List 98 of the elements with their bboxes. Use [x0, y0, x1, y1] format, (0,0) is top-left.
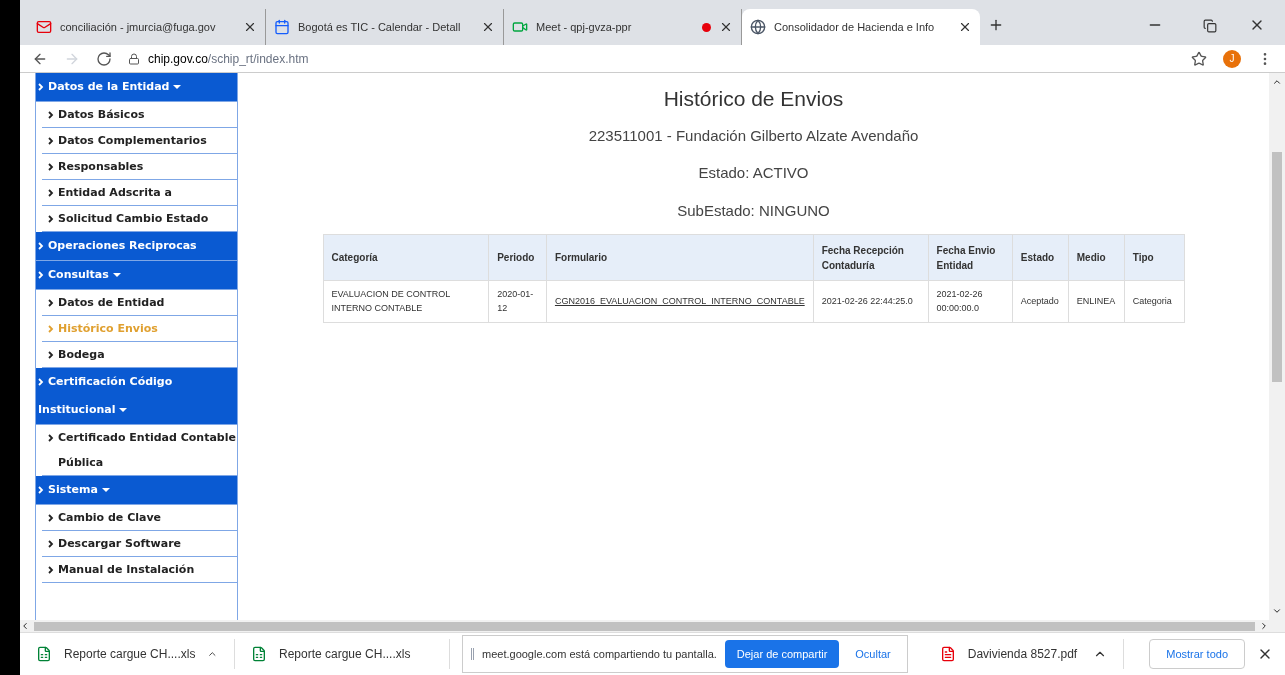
- restore-icon[interactable]: [1203, 19, 1217, 33]
- url-text: chip.gov.co/schip_rt/index.htm: [148, 50, 309, 68]
- table-cell: 2020-01-12: [488, 280, 547, 323]
- spreadsheet-icon: [251, 646, 267, 662]
- scroll-right-icon[interactable]: [1259, 621, 1269, 631]
- caret-icon: [119, 408, 128, 412]
- entity-status: Estado: ACTIVO: [698, 163, 809, 183]
- chevron-icon: [38, 83, 44, 91]
- tab-title: Bogotá es TIC - Calendar - Detall: [298, 19, 462, 35]
- bookmark-star-icon[interactable]: [1191, 50, 1207, 67]
- sidebar-item[interactable]: Entidad Adscrita a: [42, 180, 237, 206]
- scroll-thumb[interactable]: [34, 621, 1255, 631]
- reload-icon[interactable]: [96, 50, 112, 67]
- chevron-icon: [48, 325, 54, 333]
- close-icon[interactable]: [481, 20, 495, 34]
- chevron-icon: [48, 189, 54, 197]
- tab-title: conciliación - jmurcia@fuga.gov: [60, 19, 217, 35]
- mail-icon: [36, 19, 52, 35]
- column-header: Fecha Recepción Contaduría: [813, 234, 929, 281]
- sidebar-item[interactable]: Datos Básicos: [42, 102, 237, 128]
- sidebar-item[interactable]: Datos de Entidad: [42, 290, 237, 316]
- sidebar-item[interactable]: Descargar Software: [42, 531, 237, 557]
- sidebar-section[interactable]: Consultas: [36, 261, 237, 290]
- table-cell: ENLINEA: [1068, 280, 1125, 323]
- chevron-icon: [48, 215, 54, 223]
- spreadsheet-icon: [36, 646, 52, 662]
- table-cell: Categoria: [1124, 280, 1184, 323]
- chevron-icon: [48, 540, 54, 548]
- sidebar-section[interactable]: Operaciones Reciprocas: [36, 232, 237, 261]
- scroll-up-icon[interactable]: [1272, 77, 1282, 87]
- caret-icon: [112, 273, 121, 277]
- form-link[interactable]: CGN2016_EVALUACION_CONTROL_INTERNO_CONTABLE: [546, 280, 814, 323]
- file-name: Reporte cargue CH....xls: [64, 646, 196, 663]
- chevron-icon: [48, 434, 54, 442]
- chevron-icon: [48, 111, 54, 119]
- sidebar-section[interactable]: Sistema: [36, 476, 237, 505]
- scroll-left-icon[interactable]: [20, 621, 30, 631]
- close-icon[interactable]: [243, 20, 257, 34]
- hide-button[interactable]: Ocultar: [847, 645, 899, 663]
- chevron-icon: [48, 351, 54, 359]
- sidebar-item[interactable]: Cambio de Clave: [42, 505, 237, 531]
- column-header: Medio: [1068, 234, 1125, 281]
- column-header: Fecha Envio Entidad: [928, 234, 1013, 281]
- download-item[interactable]: Reporte cargue CH....xls: [235, 639, 450, 669]
- browser-tab[interactable]: Consolidador de Hacienda e Info: [742, 9, 980, 45]
- entity-name: 223511001 - Fundación Gilberto Alzate Avendaño: [588, 125, 919, 146]
- sidebar-item[interactable]: Datos Complementarios: [42, 128, 237, 154]
- page-title: Histórico de Envios: [663, 86, 844, 112]
- entity-substatus: SubEstado: NINGUNO: [677, 200, 830, 221]
- column-header: Categoría: [323, 234, 489, 281]
- table-cell: 2021-02-26 22:44:25.0: [813, 280, 929, 323]
- chevron-icon: [48, 299, 54, 307]
- sidebar-item[interactable]: Responsables: [42, 154, 237, 180]
- chevron-icon: [38, 271, 44, 279]
- chevron-icon: [38, 486, 44, 494]
- new-tab-icon[interactable]: [988, 17, 1004, 33]
- column-header: Tipo: [1124, 234, 1184, 281]
- table-cell: Aceptado: [1012, 280, 1069, 323]
- chevron-icon: [48, 137, 54, 145]
- column-header: Estado: [1012, 234, 1069, 281]
- drag-handle-icon[interactable]: [471, 648, 474, 660]
- download-item[interactable]: Davivienda 8527.pdf: [923, 639, 1124, 669]
- stop-sharing-button[interactable]: Dejar de compartir: [724, 640, 840, 668]
- globe-icon: [750, 19, 766, 35]
- sidebar-item[interactable]: Manual de Instalación: [42, 557, 237, 583]
- horizontal-scrollbar[interactable]: [20, 620, 1285, 632]
- chevron-icon: [48, 514, 54, 522]
- caret-icon: [101, 488, 110, 492]
- close-icon[interactable]: [958, 20, 972, 34]
- column-header: Formulario: [546, 234, 814, 281]
- scroll-thumb[interactable]: [1272, 152, 1282, 382]
- pdf-icon: [939, 646, 956, 662]
- vertical-scrollbar[interactable]: [1269, 73, 1285, 620]
- file-name: Davivienda 8527.pdf: [967, 646, 1079, 663]
- close-icon[interactable]: [719, 20, 733, 34]
- show-all-button[interactable]: Mostrar todo: [1149, 639, 1245, 669]
- sharing-message: meet.google.com está compartiendo tu pantalla.: [482, 646, 717, 662]
- lock-icon: [128, 52, 140, 65]
- sidebar-section[interactable]: Datos de la Entidad: [36, 73, 237, 102]
- sidebar-section[interactable]: Certificación Código Institucional: [36, 368, 237, 425]
- browser-tab[interactable]: Bogotá es TIC - Calendar - Detall: [266, 9, 504, 45]
- tab-title: Meet - qpj-gvza-ppr: [536, 19, 633, 35]
- download-item[interactable]: Reporte cargue CH....xls: [20, 639, 235, 669]
- browser-tab[interactable]: conciliación - jmurcia@fuga.gov: [28, 9, 266, 45]
- calendar-icon: [274, 19, 290, 35]
- video-camera-icon: [512, 19, 528, 35]
- caret-icon: [173, 85, 182, 89]
- column-header: Periodo: [488, 234, 547, 281]
- chevron-icon: [38, 378, 44, 386]
- file-name: Reporte cargue CH....xls: [279, 646, 412, 663]
- chevron-icon: [48, 566, 54, 574]
- address-bar[interactable]: chip.gov.co/schip_rt/index.htm: [128, 49, 1175, 68]
- table-cell: EVALUACION DE CONTROL INTERNO CONTABLE: [323, 280, 489, 323]
- chevron-icon: [48, 163, 54, 171]
- tab-title: Consolidador de Hacienda e Info: [774, 19, 936, 35]
- chevron-icon: [38, 242, 44, 250]
- scroll-down-icon[interactable]: [1272, 606, 1282, 616]
- table-cell: 2021-02-26 00:00:00.0: [928, 280, 1013, 323]
